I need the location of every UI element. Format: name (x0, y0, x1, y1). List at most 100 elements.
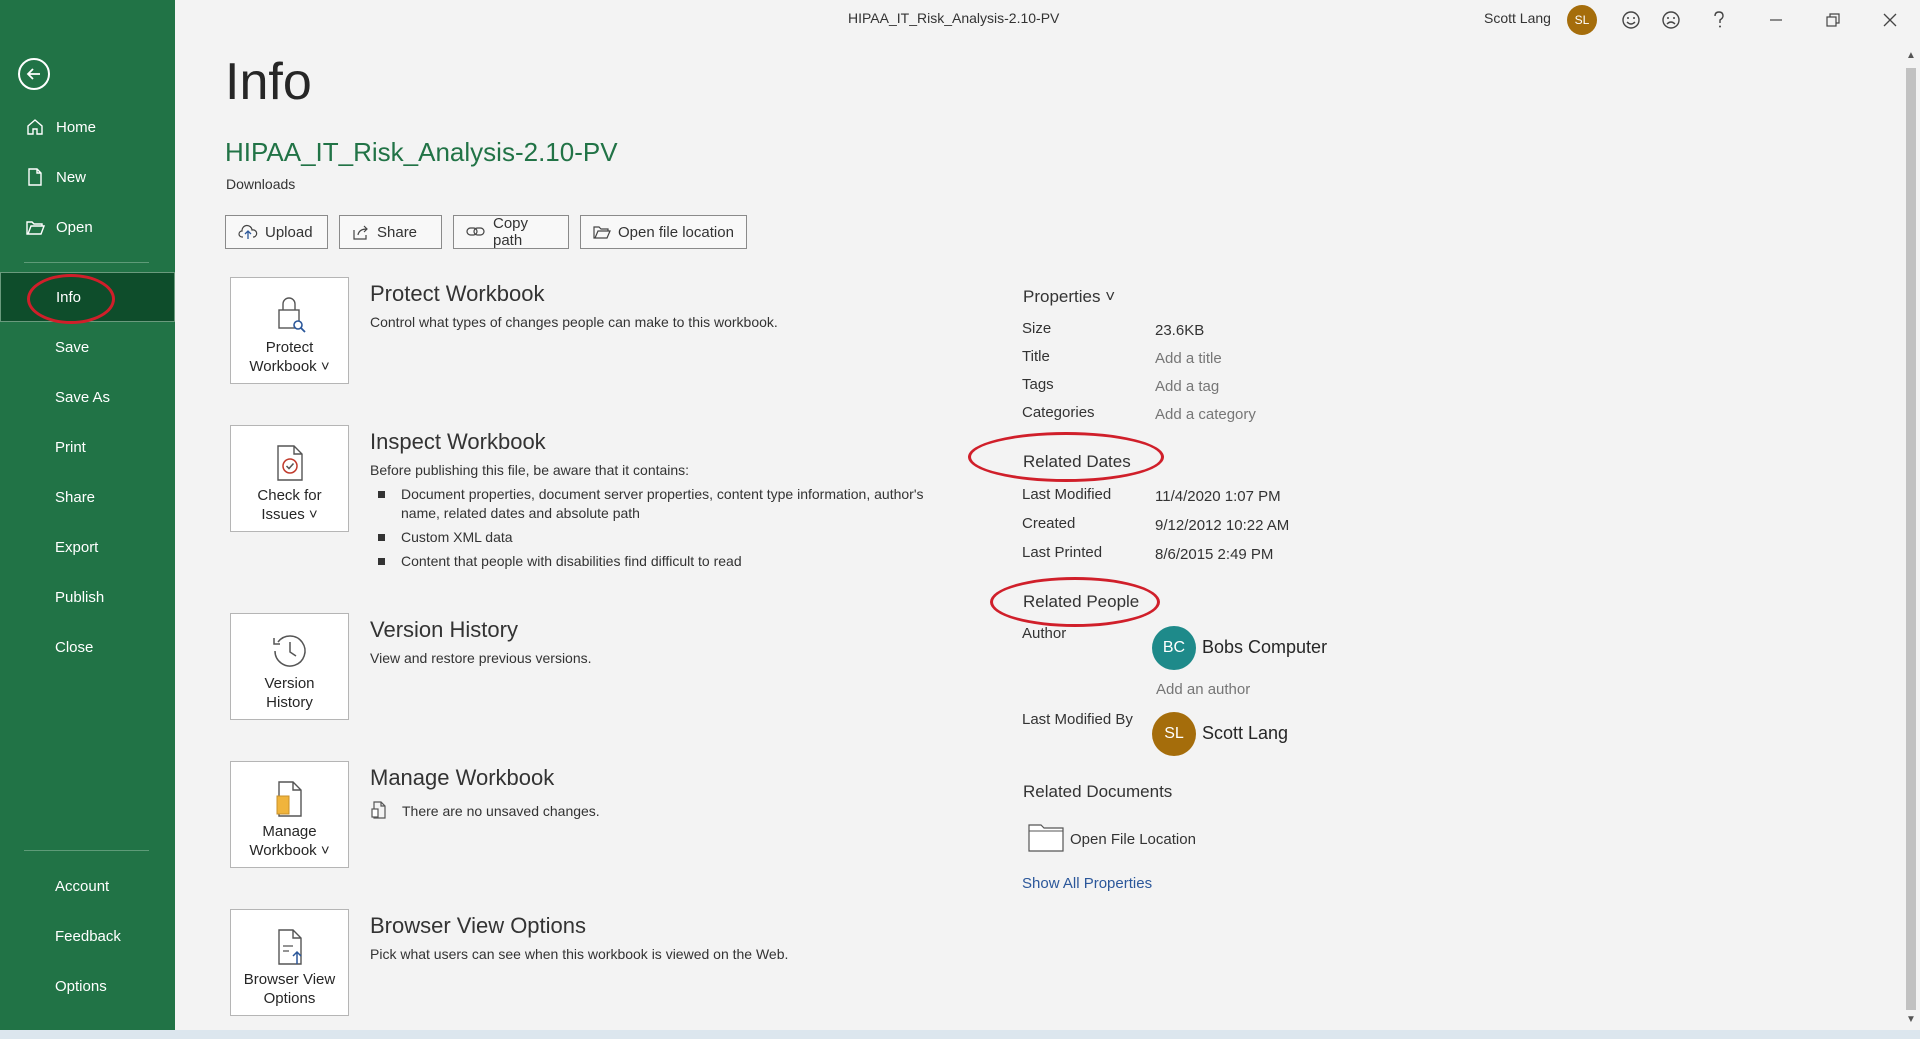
sidebar-item-publish[interactable]: Publish (0, 572, 175, 622)
minimize-icon[interactable] (1761, 5, 1791, 35)
size-label: Size (1022, 320, 1052, 337)
show-all-properties-link[interactable]: Show All Properties (1022, 875, 1152, 892)
list-item: Content that people with disabilities fi… (375, 552, 935, 571)
sidebar-item-share[interactable]: Share (0, 472, 175, 522)
add-author-field[interactable]: Add an author (1156, 681, 1250, 698)
created-value: 9/12/2012 10:22 AM (1155, 517, 1290, 534)
author-avatar[interactable]: BC (1152, 626, 1196, 670)
browser-view-options-button[interactable]: Browser View Options (230, 909, 349, 1016)
last-printed-label: Last Printed (1022, 544, 1103, 561)
sidebar-item-label: New (56, 168, 87, 186)
sidebar-item-label: Home (56, 118, 97, 136)
home-icon (24, 116, 46, 138)
sidebar-item-save[interactable]: Save (0, 322, 175, 372)
sidebar-item-feedback[interactable]: Feedback (0, 911, 175, 961)
scroll-up-arrow-icon[interactable]: ▲ (1905, 50, 1917, 62)
sidebar-item-label: Save As (55, 388, 111, 406)
scroll-down-arrow-icon[interactable]: ▼ (1905, 1014, 1917, 1026)
check-for-issues-button[interactable]: Check for Issues ˅ (230, 425, 349, 532)
list-item: Document properties, document server pro… (375, 485, 935, 523)
share-button[interactable]: Share (339, 215, 442, 249)
inspect-bullet-list: Document properties, document server pro… (375, 485, 935, 576)
sidebar-item-label: Info (56, 288, 82, 306)
frown-icon[interactable] (1656, 5, 1686, 35)
upload-button[interactable]: Upload (225, 215, 328, 249)
sidebar-item-account[interactable]: Account (0, 861, 175, 911)
related-documents-heading: Related Documents (1023, 782, 1173, 801)
user-avatar[interactable]: SL (1567, 5, 1597, 35)
sidebar-item-export[interactable]: Export (0, 522, 175, 572)
modifier-avatar[interactable]: SL (1152, 712, 1196, 756)
size-value: 23.6KB (1155, 322, 1205, 339)
smile-icon[interactable] (1616, 5, 1646, 35)
sidebar-item-label: Options (55, 977, 107, 995)
last-printed-value: 8/6/2015 2:49 PM (1155, 546, 1274, 563)
vertical-scrollbar[interactable]: ▲ ▼ (1902, 48, 1920, 1028)
lock-key-icon (231, 288, 348, 334)
manage-workbook-button[interactable]: Manage Workbook ˅ (230, 761, 349, 868)
scroll-thumb[interactable] (1906, 68, 1916, 1010)
sidebar-item-home[interactable]: Home (0, 102, 175, 152)
browser-view-icon (231, 920, 348, 966)
sidebar-item-print[interactable]: Print (0, 422, 175, 472)
file-name: HIPAA_IT_Risk_Analysis-2.10-PV (225, 137, 618, 167)
folder-icon (1028, 822, 1064, 857)
categories-field[interactable]: Add a category (1155, 406, 1256, 423)
sidebar-item-open[interactable]: Open (0, 202, 175, 252)
tags-field[interactable]: Add a tag (1155, 378, 1219, 395)
properties-dropdown[interactable]: Properties ˅ (1023, 287, 1115, 307)
title-label: Title (1022, 348, 1050, 365)
created-label: Created (1022, 515, 1076, 532)
last-modified-by-label: Last Modified By (1022, 711, 1133, 728)
title-field[interactable]: Add a title (1155, 350, 1222, 367)
close-icon[interactable] (1875, 5, 1905, 35)
open-file-location-link[interactable]: Open File Location (1028, 822, 1196, 857)
related-dates-heading: Related Dates (1023, 452, 1131, 471)
open-file-location-label: Open file location (618, 223, 734, 241)
sidebar-item-label: Publish (55, 588, 105, 606)
protect-workbook-desc: Control what types of changes people can… (370, 314, 778, 330)
restore-icon[interactable] (1818, 5, 1848, 35)
manage-workbook-desc: There are no unsaved changes. (402, 803, 600, 819)
arrow-left-icon (26, 68, 40, 80)
sidebar-item-label: Open (56, 218, 93, 236)
inspect-workbook-title: Inspect Workbook (370, 429, 546, 454)
sidebar-item-label: Print (55, 438, 86, 456)
last-modified-label: Last Modified (1022, 486, 1112, 503)
sidebar-item-label: Export (55, 538, 99, 556)
sidebar-item-close[interactable]: Close (0, 622, 175, 672)
help-icon[interactable] (1704, 5, 1734, 35)
sidebar-item-info[interactable]: Info (0, 272, 175, 322)
share-label: Share (377, 223, 418, 241)
copy-path-button[interactable]: Copy path (453, 215, 569, 249)
version-history-button[interactable]: Version History (230, 613, 349, 720)
manage-workbook-title: Manage Workbook (370, 765, 555, 790)
document-check-icon (231, 436, 348, 482)
sidebar-item-options[interactable]: Options (0, 961, 175, 1011)
manage-workbook-label: Manage Workbook ˅ (249, 823, 330, 859)
sidebar-item-label: Close (55, 638, 94, 656)
protect-workbook-label: Protect Workbook ˅ (249, 339, 330, 375)
browser-view-options-title: Browser View Options (370, 913, 587, 938)
taskbar-strip (0, 1030, 1920, 1039)
sidebar-item-label: Feedback (55, 927, 121, 945)
sidebar-divider (24, 850, 149, 851)
tags-label: Tags (1022, 376, 1054, 393)
sidebar-item-label: Account (55, 877, 110, 895)
modifier-name[interactable]: Scott Lang (1202, 723, 1288, 744)
document-status-icon (370, 801, 388, 824)
browser-view-options-label: Browser View Options (243, 971, 336, 1007)
author-name[interactable]: Bobs Computer (1202, 637, 1327, 658)
protect-workbook-button[interactable]: Protect Workbook ˅ (230, 277, 349, 384)
version-history-title: Version History (370, 617, 518, 642)
sidebar-item-save-as[interactable]: Save As (0, 372, 175, 422)
upload-label: Upload (265, 223, 313, 241)
user-name[interactable]: Scott Lang (1484, 10, 1551, 26)
file-location: Downloads (226, 176, 296, 192)
open-file-location-button[interactable]: Open file location (580, 215, 747, 249)
back-button[interactable] (18, 58, 50, 90)
browser-view-options-desc: Pick what users can see when this workbo… (370, 946, 789, 962)
version-history-desc: View and restore previous versions. (370, 650, 592, 666)
last-modified-value: 11/4/2020 1:07 PM (1155, 488, 1281, 505)
sidebar-item-new[interactable]: New (0, 152, 175, 202)
